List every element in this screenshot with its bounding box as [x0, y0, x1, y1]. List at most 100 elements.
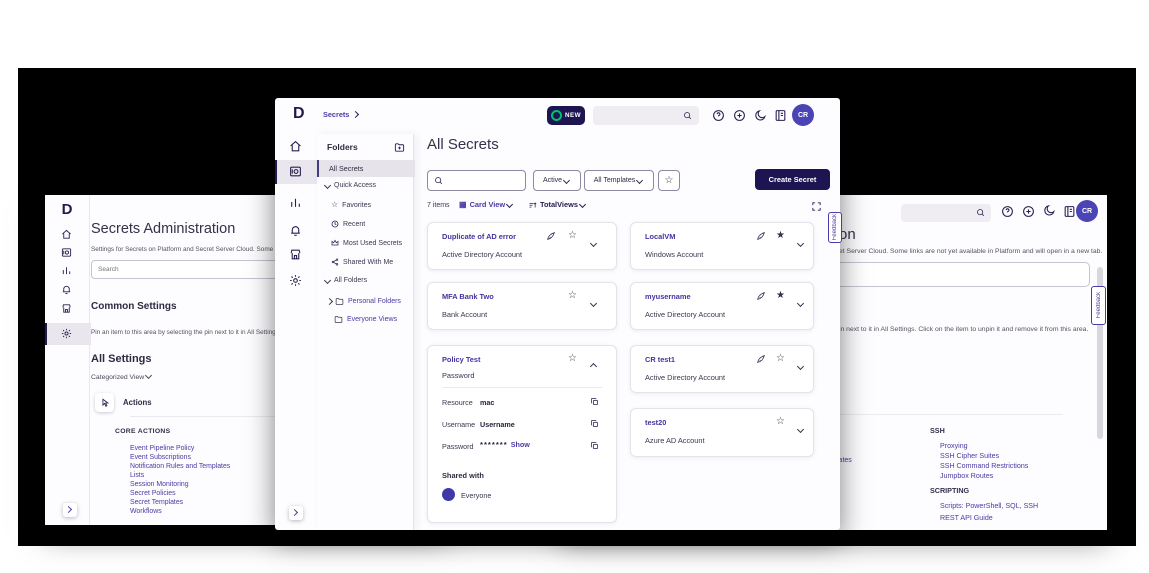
star-icon[interactable]: ☆ [776, 354, 785, 364]
view-selector[interactable]: Categorized View [91, 371, 153, 381]
notifications-bell-icon[interactable] [61, 284, 72, 295]
settings-search-input[interactable] [828, 262, 1090, 287]
chevron-up-icon[interactable] [589, 357, 598, 375]
sort-by-select[interactable]: TotalViews [528, 200, 587, 209]
gear-icon[interactable] [289, 274, 302, 287]
folder-item-recent[interactable]: Recent [331, 220, 365, 228]
secrets-vault-icon[interactable] [289, 165, 302, 178]
launch-rocket-icon[interactable] [756, 231, 766, 241]
new-folder-icon[interactable] [394, 142, 405, 153]
status-filter-select[interactable]: Active [533, 170, 581, 191]
launch-rocket-icon[interactable] [756, 354, 766, 364]
link-scripts-powershell[interactable]: Scripts: PowerShell, SQL, SSH [940, 502, 1038, 510]
link-jumpbox-routes[interactable]: Jumpbox Routes [940, 472, 993, 480]
new-button[interactable]: NEW [547, 106, 585, 125]
star-icon[interactable]: ☆ [568, 354, 577, 364]
secret-card-cr-test1[interactable]: CR test1 Active Directory Account ☆ [630, 345, 814, 393]
link-ssh-cipher-suites[interactable]: SSH Cipher Suites [940, 452, 999, 460]
folder-item-everyone-views[interactable]: Everyone Views [334, 315, 397, 324]
all-settings-heading: All Settings [91, 353, 152, 365]
link-proxying[interactable]: Proxying [940, 442, 968, 450]
folder-item-favorites[interactable]: ☆ Favorites [331, 201, 371, 209]
home-icon[interactable] [61, 229, 72, 240]
analytics-icon[interactable] [289, 196, 302, 209]
link-secret-policies[interactable]: Secret Policies [130, 490, 176, 497]
feedback-tab[interactable]: Feedback [1091, 286, 1106, 325]
help-icon[interactable] [1001, 205, 1014, 218]
add-icon[interactable] [1022, 205, 1035, 218]
global-search-input[interactable] [901, 204, 991, 222]
gear-icon[interactable] [61, 328, 72, 339]
template-filter-select[interactable]: All Templates [584, 170, 654, 191]
common-settings-heading: Common Settings [91, 301, 177, 312]
help-icon[interactable] [712, 109, 725, 122]
dark-mode-moon-icon[interactable] [1043, 204, 1056, 217]
link-session-monitoring[interactable]: Session Monitoring [130, 481, 189, 488]
marketplace-store-icon[interactable] [61, 303, 72, 314]
chevron-down-icon[interactable] [589, 234, 598, 252]
view-mode-select[interactable]: ▦ Card View [459, 200, 514, 209]
secret-card-duplicate-of-ad-error[interactable]: Duplicate of AD error Active Directory A… [427, 222, 617, 270]
release-notes-book-icon[interactable] [1063, 205, 1076, 218]
launch-rocket-icon[interactable] [756, 291, 766, 301]
actions-category-label[interactable]: Actions [123, 398, 152, 407]
feedback-tab[interactable]: Feedback [828, 212, 842, 243]
folder-item-all-secrets[interactable]: All Secrets [317, 160, 415, 177]
star-icon[interactable]: ☆ [568, 291, 577, 301]
link-notification-rules[interactable]: Notification Rules and Templates [130, 463, 230, 470]
link-workflows[interactable]: Workflows [130, 508, 162, 515]
link-event-pipeline-policy[interactable]: Event Pipeline Policy [130, 445, 194, 452]
notifications-bell-icon[interactable] [289, 224, 302, 237]
common-settings-hint: Pin an item to this area by selecting th… [91, 329, 276, 336]
copy-icon[interactable] [590, 441, 599, 450]
create-secret-button[interactable]: Create Secret [755, 169, 830, 190]
folder-item-most-used[interactable]: Most Used Secrets [331, 239, 402, 247]
secrets-vault-icon[interactable] [61, 247, 72, 258]
link-secret-templates[interactable]: Secret Templates [130, 499, 183, 506]
dark-mode-moon-icon[interactable] [754, 109, 767, 122]
release-notes-book-icon[interactable] [774, 109, 787, 122]
link-event-subscriptions[interactable]: Event Subscriptions [130, 454, 191, 461]
expand-sidebar-button[interactable] [289, 506, 303, 520]
home-icon[interactable] [289, 140, 302, 153]
expand-sidebar-button[interactable] [63, 503, 77, 517]
global-search-input[interactable] [593, 106, 699, 125]
favorites-filter-button[interactable]: ☆ [658, 170, 680, 191]
copy-icon[interactable] [590, 419, 599, 428]
chevron-down-icon[interactable] [796, 420, 805, 438]
chevron-down-icon[interactable] [796, 234, 805, 252]
folder-group-quick-access[interactable]: Quick Access [323, 181, 376, 189]
show-password-link[interactable]: Show [511, 440, 530, 449]
secret-card-myusername[interactable]: myusername Active Directory Account ★ [630, 282, 814, 330]
ssh-group-title: SSH [930, 426, 945, 435]
folder-item-shared-with-me[interactable]: Shared With Me [331, 258, 393, 266]
launch-rocket-icon[interactable] [546, 231, 556, 241]
add-icon[interactable] [733, 109, 746, 122]
secret-card-localvm[interactable]: LocalVM Windows Account ★ [630, 222, 814, 270]
analytics-icon[interactable] [61, 265, 72, 276]
link-lists[interactable]: Lists [130, 472, 144, 479]
star-filled-icon[interactable]: ★ [776, 231, 785, 241]
chevron-down-icon[interactable] [796, 357, 805, 375]
folder-item-personal-folders[interactable]: Personal Folders [325, 297, 401, 306]
secret-card-mfa-bank-two[interactable]: MFA Bank Two Bank Account ☆ [427, 282, 617, 330]
chevron-down-icon[interactable] [796, 294, 805, 312]
marketplace-store-icon[interactable] [289, 248, 302, 261]
star-icon[interactable]: ☆ [776, 417, 785, 427]
breadcrumb[interactable]: Secrets [323, 110, 360, 119]
link-ssh-command-restrictions[interactable]: SSH Command Restrictions [940, 462, 1028, 470]
user-avatar[interactable]: CR [1076, 200, 1098, 222]
search-icon [683, 111, 692, 120]
chevron-down-icon[interactable] [589, 294, 598, 312]
secrets-search-input[interactable] [427, 170, 526, 191]
user-avatar[interactable]: CR [792, 104, 814, 126]
secret-card-test20[interactable]: test20 Azure AD Account ☆ [630, 408, 814, 457]
folder-group-all-folders[interactable]: All Folders [323, 276, 367, 284]
link-rest-api-guide[interactable]: REST API Guide [940, 514, 993, 522]
star-icon[interactable]: ☆ [568, 231, 577, 241]
fullscreen-expand-icon[interactable] [811, 201, 822, 212]
star-filled-icon[interactable]: ★ [776, 291, 785, 301]
copy-icon[interactable] [590, 397, 599, 406]
secret-card-policy-test[interactable]: Policy Test ☆ Password Resource mac User… [427, 345, 617, 523]
field-resource-value: mac [480, 398, 495, 407]
